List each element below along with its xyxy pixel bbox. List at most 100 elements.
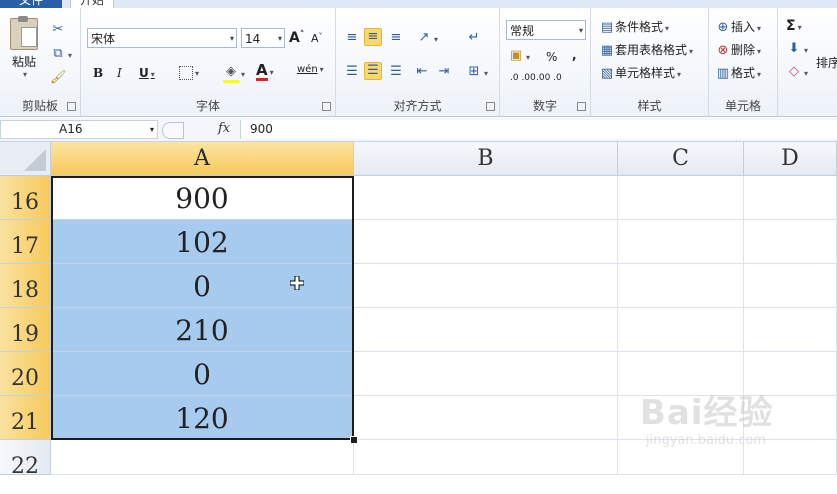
comma-button[interactable]: , [572, 48, 577, 62]
number-launcher-icon[interactable] [577, 102, 586, 111]
cell-c16[interactable] [618, 176, 744, 220]
decrease-indent-button[interactable]: ⇤ [414, 64, 430, 80]
column-header-d[interactable]: D [744, 142, 837, 176]
cell-styles-icon: ▧ [600, 65, 614, 81]
column-header-a[interactable]: A [51, 142, 354, 176]
increase-decimal-button[interactable]: .0 .00 [510, 74, 536, 83]
cell-d19[interactable] [744, 308, 837, 352]
cell-b18[interactable] [354, 264, 618, 308]
font-size-combo[interactable]: 14 ▾ [241, 28, 285, 48]
table-icon: ▦ [600, 42, 614, 58]
chevron-down-icon[interactable]: ▾ [150, 121, 154, 138]
font-launcher-icon[interactable] [322, 102, 331, 111]
cell-a20[interactable]: 0 [51, 352, 354, 396]
cell-b17[interactable] [354, 220, 618, 264]
select-all-button[interactable] [0, 142, 51, 176]
tab-file[interactable]: 文件 [0, 0, 62, 8]
insert-cells-icon: ⊕ [717, 19, 729, 35]
align-center-button[interactable]: ☰ [364, 62, 382, 80]
cell-c17[interactable] [618, 220, 744, 264]
align-bottom-button[interactable]: ≡ [388, 30, 404, 46]
cell-a22[interactable] [51, 440, 354, 475]
font-group-label: 字体 [195, 99, 220, 113]
sort-filter-button[interactable]: 排序 [816, 54, 837, 71]
currency-button[interactable]: ▣ ▾ [508, 48, 530, 64]
cell-a19[interactable]: 210 [51, 308, 354, 352]
grow-font-button[interactable]: A˄ [289, 30, 304, 46]
decrease-decimal-button[interactable]: .00 .0 [536, 74, 562, 83]
ribbon-tab-strip: 文件 开始 [0, 0, 837, 8]
phonetic-button[interactable]: wén ▾ [297, 64, 324, 75]
cell-styles-button[interactable]: ▧ 单元格样式 ▾ [599, 64, 681, 82]
autosum-button[interactable]: Σ ▾ [786, 18, 802, 34]
cut-button[interactable]: ✂ [50, 22, 66, 38]
column-header-c[interactable]: C [618, 142, 744, 176]
underline-button[interactable]: U ▾ [139, 66, 155, 80]
font-color-icon: A [256, 61, 268, 81]
format-as-table-label: 套用表格格式 [615, 43, 688, 57]
cell-a17[interactable]: 102 [51, 220, 354, 264]
copy-button[interactable]: ⧉ ▾ [50, 46, 72, 62]
borders-button[interactable]: ▾ [179, 65, 199, 80]
clipboard-launcher-icon[interactable] [67, 102, 76, 111]
cell-d16[interactable] [744, 176, 837, 220]
align-left-button[interactable]: ☰ [344, 64, 360, 80]
cell-c19[interactable] [618, 308, 744, 352]
format-button[interactable]: ▥ 格式 ▾ [715, 64, 761, 82]
cell-b22[interactable] [354, 440, 618, 475]
format-as-table-button[interactable]: ▦ 套用表格格式 ▾ [599, 41, 693, 59]
conditional-format-button[interactable]: ▤ 条件格式 ▾ [599, 18, 669, 36]
cell-d18[interactable] [744, 264, 837, 308]
row-header-20[interactable]: 20 [0, 352, 51, 396]
font-color-button[interactable]: A ▾ [256, 63, 274, 81]
row-header-21[interactable]: 21 [0, 396, 51, 440]
align-top-button[interactable]: ≡ [344, 30, 360, 46]
tab-home[interactable]: 开始 [70, 0, 114, 8]
cell-a16[interactable]: 900 [51, 176, 354, 220]
shrink-font-button[interactable]: A˅ [311, 32, 323, 45]
percent-button[interactable]: % [546, 50, 557, 64]
align-right-button[interactable]: ☰ [388, 64, 404, 80]
cell-b19[interactable] [354, 308, 618, 352]
bold-button[interactable]: B [93, 66, 103, 80]
insert-function-icon[interactable]: fx [218, 121, 230, 136]
format-painter-button[interactable]: 🖌 [50, 70, 67, 86]
increase-indent-button[interactable]: ⇥ [436, 64, 452, 80]
column-header-b[interactable]: B [354, 142, 618, 176]
align-bottom-icon: ≡ [390, 30, 402, 45]
orientation-button[interactable]: ↗ ▾ [416, 30, 438, 46]
formula-bar-splitter[interactable] [162, 122, 184, 139]
editing-group: Σ ▾ ⬇ ▾ ◇ ▾ 排序 [778, 8, 837, 116]
alignment-launcher-icon[interactable] [486, 102, 495, 111]
cell-d17[interactable] [744, 220, 837, 264]
row-header-19[interactable]: 19 [0, 308, 51, 352]
cell-c18[interactable] [618, 264, 744, 308]
formula-bar: A16 ▾ fx 900 [0, 118, 837, 142]
row-header-17[interactable]: 17 [0, 220, 51, 264]
italic-button[interactable]: I [117, 66, 122, 80]
row-header-22[interactable]: 22 [0, 440, 51, 479]
cell-b21[interactable] [354, 396, 618, 440]
wrap-text-button[interactable]: ↵ [466, 30, 482, 46]
fill-handle[interactable] [350, 436, 358, 444]
cell-a21[interactable]: 120 [51, 396, 354, 440]
cell-b20[interactable] [354, 352, 618, 396]
fill-color-button[interactable]: ◈ ▾ [223, 64, 245, 83]
paste-dropdown-icon[interactable]: ▾ [10, 70, 40, 79]
merge-center-button[interactable]: ⊞ ▾ [466, 64, 488, 80]
align-middle-button[interactable]: ≡ [364, 28, 382, 46]
clear-button[interactable]: ◇ ▾ [786, 64, 808, 80]
cell-b16[interactable] [354, 176, 618, 220]
font-name-combo[interactable]: 宋体 ▾ [87, 28, 237, 48]
row-header-18[interactable]: 18 [0, 264, 51, 308]
row-header-16[interactable]: 16 [0, 176, 51, 220]
delete-button[interactable]: ⊗ 删除 ▾ [715, 41, 761, 59]
number-format-combo[interactable]: 常规 ▾ [506, 20, 586, 40]
fill-button[interactable]: ⬇ ▾ [786, 41, 808, 57]
chevron-down-icon: ▾ [229, 34, 234, 43]
insert-button[interactable]: ⊕ 插入 ▾ [715, 18, 761, 36]
name-box[interactable]: A16 ▾ [0, 120, 158, 139]
paste-button[interactable]: 粘贴 ▾ [8, 16, 40, 79]
cell-a18[interactable]: 0 [51, 264, 354, 308]
formula-input[interactable]: 900 [240, 120, 837, 139]
